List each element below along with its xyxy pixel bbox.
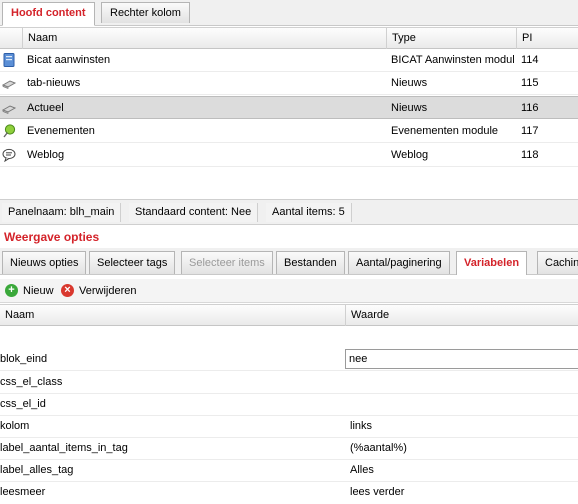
panel-name-label: Panelnaam: blh_main <box>2 203 122 222</box>
column-header-waarde[interactable]: Waarde <box>345 305 578 326</box>
variable-row[interactable]: css_el_id <box>0 393 578 416</box>
variables-grid-header: Naam Waarde <box>0 304 578 326</box>
content-grid-header: Naam Type PI <box>0 27 578 49</box>
speech-bubble-icon <box>2 148 16 162</box>
row-naam: Weblog <box>27 149 65 161</box>
add-button-label: Nieuw <box>23 285 54 297</box>
variable-row[interactable]: label_aantal_items_in_tag (%aantal%) <box>0 437 578 460</box>
tab-rechter-kolom[interactable]: Rechter kolom <box>101 2 190 23</box>
default-content-label: Standaard content: Nee <box>129 203 259 222</box>
newspaper-icon <box>2 80 16 89</box>
variable-naam: kolom <box>0 420 30 432</box>
variable-waarde: Alles <box>350 464 374 476</box>
options-tabbar: Nieuws opties Selecteer tags Selecteer i… <box>0 248 578 275</box>
delete-button[interactable]: × Verwijderen <box>61 282 136 300</box>
content-row[interactable]: Weblog Weblog 118 <box>0 144 578 167</box>
variable-naam: css_el_id <box>0 398 46 410</box>
variable-row-editing[interactable]: blok_eind <box>0 348 578 371</box>
row-pi: 116 <box>521 102 539 114</box>
column-header-type[interactable]: Type <box>386 28 516 49</box>
delete-icon: × <box>61 284 74 297</box>
content-row-selected[interactable]: Actueel Nieuws 116 <box>0 96 578 119</box>
column-header-pi[interactable]: PI <box>516 28 578 49</box>
book-icon <box>3 53 15 67</box>
variable-naam: leesmeer <box>0 486 46 498</box>
variable-waarde: (%aantal%) <box>350 442 407 454</box>
add-button[interactable]: + Nieuw <box>5 282 54 300</box>
variable-waarde: lees verder <box>350 486 405 498</box>
tab-nieuws-opties[interactable]: Nieuws opties <box>2 251 87 274</box>
section-title: Weergave opties <box>4 230 100 244</box>
row-type: Evenementen module <box>391 125 499 137</box>
row-type: Nieuws <box>391 102 428 114</box>
panel-status-bar: Panelnaam: blh_main Standaard content: N… <box>0 199 578 225</box>
row-naam: Bicat aanwinsten <box>27 54 111 66</box>
variable-value-input[interactable] <box>345 349 578 369</box>
variable-waarde <box>350 393 576 415</box>
row-naam: tab-nieuws <box>27 77 81 89</box>
variable-row[interactable]: leesmeer lees verder <box>0 481 578 504</box>
content-row[interactable]: Bicat aanwinsten BICAT Aanwinsten module… <box>0 49 578 72</box>
tab-hoofd-content[interactable]: Hoofd content <box>2 2 95 26</box>
row-naam: Actueel <box>27 102 64 114</box>
newspaper-icon <box>2 105 16 114</box>
tab-selecteer-tags[interactable]: Selecteer tags <box>89 251 176 274</box>
main-tabbar: Hoofd content Rechter kolom <box>0 0 578 26</box>
item-count-label: Aantal items: 5 <box>266 203 352 222</box>
row-type: Weblog <box>391 149 429 161</box>
row-pi: 114 <box>521 54 539 66</box>
variable-row[interactable]: css_el_class <box>0 371 578 394</box>
content-row[interactable]: Evenementen Evenementen module 117 <box>0 120 578 143</box>
row-type: BICAT Aanwinsten module <box>391 54 515 66</box>
variable-row[interactable]: kolom links <box>0 415 578 438</box>
variables-toolbar: + Nieuw × Verwijderen <box>0 279 578 303</box>
tab-caching[interactable]: Cachin <box>537 251 578 274</box>
row-pi: 117 <box>521 125 539 137</box>
tab-bestanden[interactable]: Bestanden <box>276 251 345 274</box>
event-pin-icon <box>3 124 16 138</box>
column-header-naam[interactable]: Naam <box>22 28 386 49</box>
tab-aantal-paginering[interactable]: Aantal/paginering <box>348 251 450 274</box>
variable-waarde <box>350 371 576 393</box>
variable-naam: css_el_class <box>0 376 63 388</box>
add-icon: + <box>5 284 18 297</box>
tab-variabelen[interactable]: Variabelen <box>456 251 528 275</box>
variable-naam: label_aantal_items_in_tag <box>0 442 128 454</box>
row-naam: Evenementen <box>27 125 95 137</box>
column-header-naam[interactable]: Naam <box>0 305 345 326</box>
delete-button-label: Verwijderen <box>79 285 137 297</box>
variable-row[interactable]: label_alles_tag Alles <box>0 459 578 482</box>
tab-selecteer-items: Selecteer items <box>181 251 273 274</box>
variable-waarde: links <box>350 420 373 432</box>
variable-naam: blok_eind <box>0 353 48 365</box>
content-row[interactable]: tab-nieuws Nieuws 115 <box>0 72 578 95</box>
variable-naam: label_alles_tag <box>0 464 74 476</box>
row-pi: 115 <box>521 77 539 89</box>
row-pi: 118 <box>521 149 539 161</box>
row-type: Nieuws <box>391 77 428 89</box>
icon-column-header <box>0 28 22 49</box>
